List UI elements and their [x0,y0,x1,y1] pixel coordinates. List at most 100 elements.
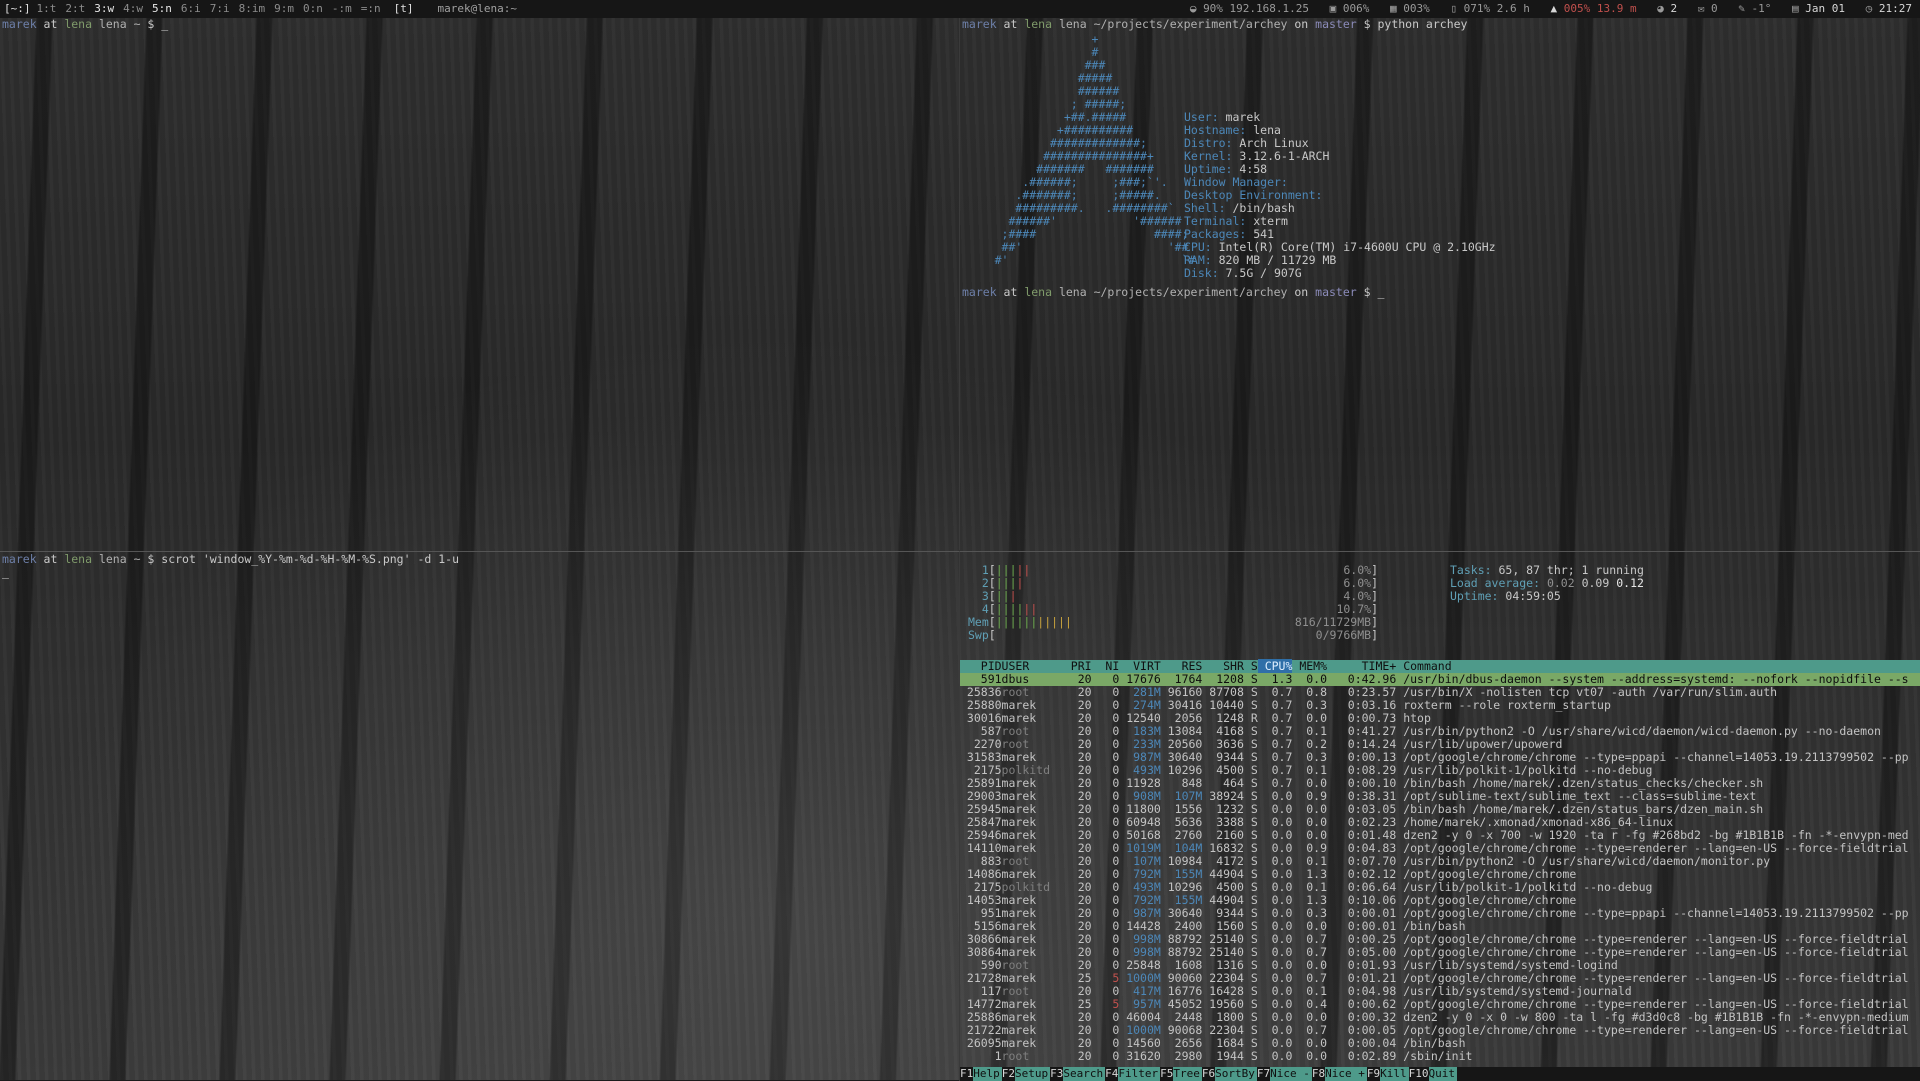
workspace-8[interactable]: 8:im [239,0,266,18]
column-header-time[interactable]: TIME+ [1327,659,1397,673]
fkey-f3[interactable]: F3Search [1050,1067,1106,1081]
fkey-f6[interactable]: F6SortBy [1202,1067,1257,1081]
cell-res: 45052 [1160,997,1203,1011]
column-header-res[interactable]: RES [1161,659,1203,673]
column-header-virt[interactable]: VIRT [1119,659,1161,673]
prompt-host: lena [64,552,93,566]
cell-mem: 0.0 [1292,815,1328,829]
cell-s: S [1243,854,1258,868]
cell-res: 155M [1160,867,1203,881]
fkey-f9[interactable]: F9Kill [1367,1067,1409,1081]
cell-mem: 0.8 [1292,685,1328,699]
fkey-f2[interactable]: F2Setup [1002,1067,1051,1081]
cell-pri: 20 [1063,776,1092,790]
fkey-f10[interactable]: F10Quit [1408,1067,1457,1081]
terminal-bottom-left[interactable]: marek at lena lena ~ $ scrot 'window_%Y-… [0,551,960,1081]
workspace-7[interactable]: 7:i [210,0,230,18]
cell-ni: 0 [1091,828,1120,842]
focused-window-title: marek@lena:~ [437,2,517,15]
workspace-12[interactable]: =:n [361,0,381,18]
fkey-f4[interactable]: F4Filter [1105,1067,1161,1081]
git-branch: master [1315,18,1357,31]
meter-bracket-open: [ [988,589,996,603]
cell-user: root [1001,984,1064,998]
info-value: xterm [1253,214,1288,228]
cell-shr: 22304 [1202,1023,1244,1037]
cell-shr: 25140 [1202,932,1244,946]
cell-s: S [1243,789,1258,803]
prompt-dir: lena ~ [92,552,141,566]
wifi-status: ◒ 90% 192.168.1.25 [1190,2,1309,15]
cell-pri: 20 [1063,1010,1092,1024]
cell-user: marek [1001,893,1064,907]
mail-status: ✉ 0 [1698,2,1718,15]
terminal-top-left[interactable]: marek at lena lena ~ $ _ [0,18,960,550]
column-header-user[interactable]: USER [1002,659,1064,673]
terminal-top-right[interactable]: marek at lena lena ~/projects/experiment… [960,18,1920,550]
workspace-5[interactable]: 5:n [152,0,172,18]
column-header-pid[interactable]: PID [960,659,1002,673]
cell-pri: 20 [1063,984,1092,998]
cell-shr: 1316 [1202,958,1244,972]
cell-s: S [1243,763,1258,777]
workspace-1[interactable]: 1:t [37,0,57,18]
cell-shr: 464 [1202,776,1244,790]
cell-pri: 20 [1063,763,1092,777]
workspace-9[interactable]: 9:m [274,0,294,18]
prompt-sigil: $ [1356,18,1378,31]
fkey-label: SortBy [1215,1067,1257,1081]
column-header-cmd[interactable]: Command [1396,659,1451,673]
cell-time: 0:06.64 [1327,880,1397,894]
fkey-key: F1 [960,1067,974,1080]
fkey-f5[interactable]: F5Tree [1160,1067,1202,1081]
cell-res: 2400 [1160,919,1203,933]
fkey-f1[interactable]: F1Help [960,1067,1002,1081]
process-row[interactable]: 1root 20 0 31620 2980 1944 S 0.0 0.0 0:0… [960,1050,1920,1063]
terminal-htop[interactable]: 1[||||| 6.0%] 2[|||| 6.0%] 3[||| 4.0%] 4[||… [960,551,1920,1081]
cell-res: 104M [1160,841,1203,855]
cell-ni: 0 [1091,789,1120,803]
meter-bracket-close: ] [1371,589,1378,603]
prompt-at: at [36,18,65,31]
logo-line: #' `# [960,253,1196,267]
cell-cpu: 0.0 [1257,789,1293,803]
system-info-list: User: marek Hostname: lena Distro: Arch Li… [1184,111,1496,280]
cell-res: 30416 [1160,698,1203,712]
cell-s: S [1243,1010,1258,1024]
workspace-2[interactable]: 2:t [65,0,85,18]
cell-s: S [1243,906,1258,920]
layout-indicator[interactable]: [t] [394,2,414,15]
warning-icon: ▲ [1550,2,1558,15]
fkey-f8[interactable]: F8Nice + [1312,1067,1367,1081]
calendar-icon: ▤ [1792,2,1799,15]
archey-output: + # ### ##### ###### ; #####; +##.##### … [960,31,1920,286]
workspace-3[interactable]: 3:w [94,0,114,18]
cell-pri: 20 [1063,724,1092,738]
workspace-4[interactable]: 4:w [123,0,143,18]
column-header-ni[interactable]: NI [1092,659,1119,673]
workspace-11[interactable]: -:m [332,0,352,18]
cell-pri: 20 [1063,854,1092,868]
cell-time: 0:07.70 [1327,854,1397,868]
cell-s: S [1243,1036,1258,1050]
column-header-pri[interactable]: PRI [1064,659,1092,673]
prompt-on: on [1287,18,1316,31]
cell-time: 0:00.13 [1327,750,1397,764]
fkey-key: F10 [1408,1067,1429,1080]
cell-cmd: /usr/lib/systemd/systemd-logind [1396,958,1618,972]
prompt-user: marek [2,552,37,566]
info-label: Hostname: [1184,123,1254,137]
cell-res: 107M [1160,789,1203,803]
workspace-10[interactable]: 0:n [303,0,323,18]
column-header-cpu[interactable]: CPU% [1257,659,1293,673]
column-header-shr[interactable]: SHR [1202,659,1244,673]
workspace-6[interactable]: 6:i [181,0,201,18]
function-key-bar: F1Help F2Setup F3Search F4Filter F5Tree F6… [960,1067,1920,1081]
column-header-s[interactable]: S [1244,659,1258,673]
cell-cmd: /opt/google/chrome/chrome --type=rendere… [1396,997,1909,1011]
cell-time: 0:04.83 [1327,841,1397,855]
tasks-label: Tasks: [1450,563,1499,577]
column-header-mem[interactable]: MEM% [1292,659,1327,673]
cell-s: R [1243,711,1258,725]
fkey-f7[interactable]: F7Nice - [1257,1067,1312,1081]
